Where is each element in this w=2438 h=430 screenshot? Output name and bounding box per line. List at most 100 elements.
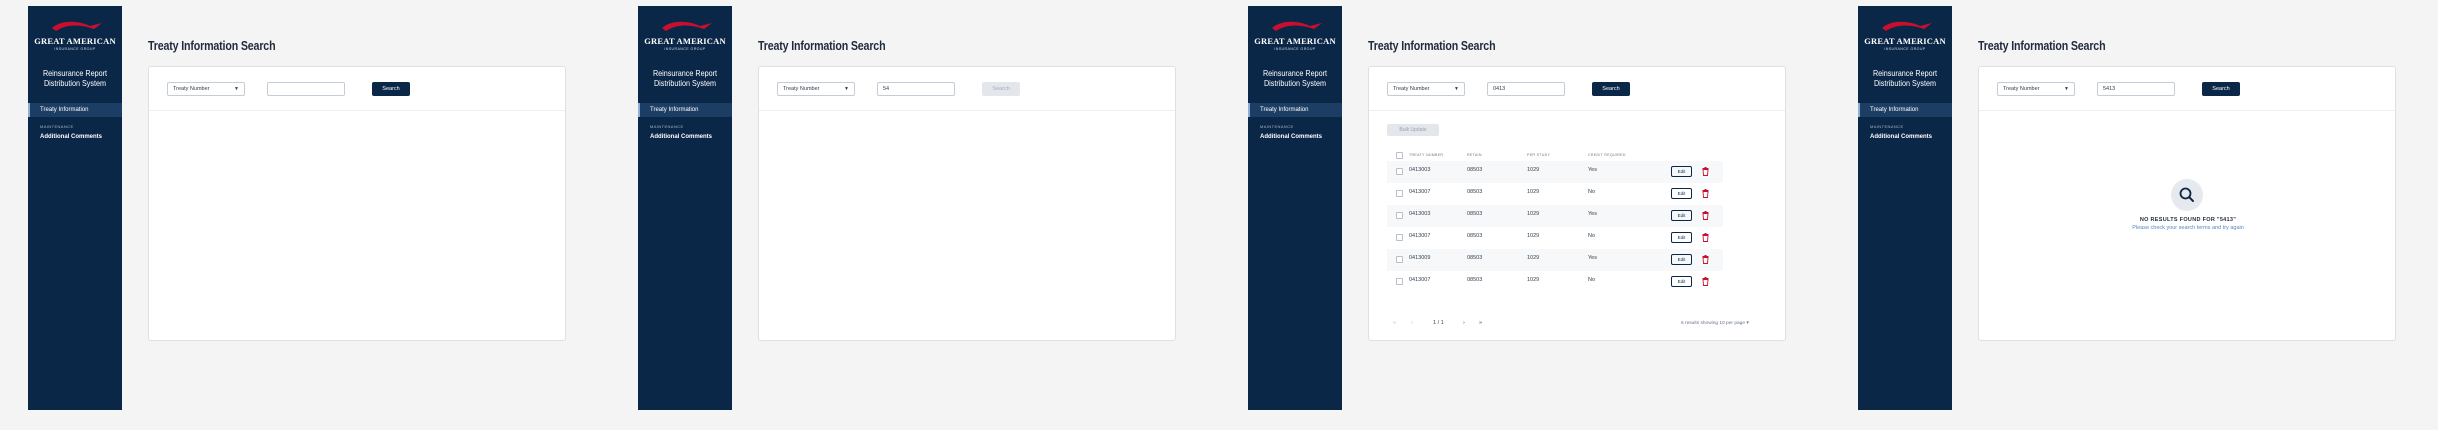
trash-icon[interactable] <box>1702 167 1709 176</box>
table-cell: 08503 <box>1467 233 1483 239</box>
sidebar-section-maintenance: MAINTENANCE <box>1260 124 1294 129</box>
table-cell: No <box>1588 233 1596 239</box>
bulk-update-button[interactable]: Bulk Update <box>1387 124 1439 136</box>
logo-text: GREAT AMERICAN <box>34 36 116 46</box>
search-panel: Treaty Number ▼ 5413 Search NO RESULTS F… <box>1978 66 2396 341</box>
edit-button[interactable]: Edit <box>1671 254 1692 265</box>
company-logo: GREAT AMERICAN INSURANCE GROUP <box>1864 18 1946 62</box>
divider <box>1369 110 1785 111</box>
search-button[interactable]: Search <box>982 82 1020 96</box>
divider <box>149 110 565 111</box>
edit-button[interactable]: Edit <box>1671 276 1692 287</box>
row-checkbox[interactable] <box>1396 278 1403 285</box>
trash-icon[interactable] <box>1702 255 1709 264</box>
trash-icon[interactable] <box>1702 277 1709 286</box>
next-page-button[interactable]: › <box>1463 320 1465 326</box>
search-input[interactable]: 54 <box>877 82 955 96</box>
page-title: Treaty Information Search <box>148 38 276 53</box>
empty-title: NO RESULTS FOUND FOR "5413" <box>2139 217 2237 223</box>
sidebar-item-treaty-information[interactable]: Treaty Information <box>638 103 732 117</box>
search-input[interactable] <box>267 82 345 96</box>
company-logo: GREAT AMERICAN INSURANCE GROUP <box>34 18 116 62</box>
select-all-checkbox[interactable] <box>1396 152 1403 159</box>
logo-subtext: INSURANCE GROUP <box>1274 47 1316 51</box>
sidebar-item-additional-comments[interactable]: Additional Comments <box>650 134 712 140</box>
search-field-select[interactable]: Treaty Number ▼ <box>1997 82 2075 96</box>
results-per-page[interactable]: 6 results showing 10 per page ▾ <box>1681 321 1749 326</box>
search-button[interactable]: Search <box>2202 82 2240 96</box>
divider <box>1979 110 2395 111</box>
row-checkbox[interactable] <box>1396 190 1403 197</box>
row-checkbox[interactable] <box>1396 256 1403 263</box>
edit-button[interactable]: Edit <box>1671 210 1692 221</box>
search-icon <box>2179 187 2194 202</box>
edit-button[interactable]: Edit <box>1671 188 1692 199</box>
edit-button[interactable]: Edit <box>1671 232 1692 243</box>
search-panel: Treaty Number ▼ 54 Search <box>758 66 1176 341</box>
trash-icon[interactable] <box>1702 211 1709 220</box>
select-value: Treaty Number <box>783 86 820 92</box>
trash-icon[interactable] <box>1702 233 1709 242</box>
search-field-select[interactable]: Treaty Number ▼ <box>167 82 245 96</box>
sidebar-item-additional-comments[interactable]: Additional Comments <box>1260 134 1322 140</box>
table-cell: Yes <box>1588 167 1597 173</box>
search-field-select[interactable]: Treaty Number ▼ <box>1387 82 1465 96</box>
sidebar-item-additional-comments[interactable]: Additional Comments <box>40 134 102 140</box>
table-cell: 1029 <box>1527 233 1540 239</box>
page-title: Treaty Information Search <box>1368 38 1496 53</box>
sidebar-section-maintenance: MAINTENANCE <box>1870 124 1904 129</box>
search-panel: Treaty Number ▼ Search <box>148 66 566 341</box>
sidebar: GREAT AMERICAN INSURANCE GROUP Reinsuran… <box>28 6 122 410</box>
sidebar-item-treaty-information[interactable]: Treaty Information <box>28 103 122 117</box>
chevron-down-icon: ▼ <box>234 86 239 92</box>
table-row: 0413007 08503 1029 No Edit <box>1387 271 1723 293</box>
app-title-line1: Reinsurance Report <box>1872 68 1938 78</box>
app-title: Reinsurance Report Distribution System <box>648 68 722 88</box>
search-button[interactable]: Search <box>1592 82 1630 96</box>
logo-swoosh-icon <box>662 21 712 31</box>
search-input[interactable]: 5413 <box>2097 82 2175 96</box>
logo-subtext: INSURANCE GROUP <box>1884 47 1926 51</box>
page-title: Treaty Information Search <box>1978 38 2106 53</box>
search-button[interactable]: Search <box>372 82 410 96</box>
search-input[interactable]: 0413 <box>1487 82 1565 96</box>
table-cell: 0413007 <box>1409 277 1431 283</box>
table-row: 0413007 08503 1029 No Edit <box>1387 183 1723 205</box>
app-title: Reinsurance Report Distribution System <box>38 68 112 88</box>
sidebar-item-additional-comments[interactable]: Additional Comments <box>1870 134 1932 140</box>
table-cell: 0413003 <box>1409 167 1431 173</box>
app-title-line1: Reinsurance Report <box>42 68 108 78</box>
table-cell: 08503 <box>1467 277 1483 283</box>
row-checkbox[interactable] <box>1396 168 1403 175</box>
prev-page-button[interactable]: ‹ <box>1411 320 1413 326</box>
screen-1: GREAT AMERICAN INSURANCE GROUP Reinsuran… <box>0 0 610 430</box>
empty-state <box>2171 179 2203 211</box>
table-cell: 1029 <box>1527 189 1540 195</box>
table-cell: No <box>1588 277 1596 283</box>
select-value: Treaty Number <box>2003 86 2040 92</box>
table-cell: 0413007 <box>1409 233 1431 239</box>
search-panel: Treaty Number ▼ 0413 Search Bulk Update T… <box>1368 66 1786 341</box>
logo-subtext: INSURANCE GROUP <box>664 47 706 51</box>
app-title: Reinsurance Report Distribution System <box>1258 68 1332 88</box>
search-input-value: 0413 <box>1493 86 1506 92</box>
row-checkbox[interactable] <box>1396 234 1403 241</box>
edit-button[interactable]: Edit <box>1671 166 1692 177</box>
logo-subtext: INSURANCE GROUP <box>54 47 96 51</box>
table-cell: 0413009 <box>1409 255 1431 261</box>
table-cell: No <box>1588 189 1596 195</box>
last-page-button[interactable]: » <box>1479 320 1482 326</box>
screen-2: GREAT AMERICAN INSURANCE GROUP Reinsuran… <box>610 0 1220 430</box>
first-page-button[interactable]: « <box>1393 320 1396 326</box>
page-title: Treaty Information Search <box>758 38 886 53</box>
sidebar-item-treaty-information[interactable]: Treaty Information <box>1858 103 1952 117</box>
table-cell: 1029 <box>1527 211 1540 217</box>
select-value: Treaty Number <box>1393 86 1430 92</box>
sidebar-item-treaty-information[interactable]: Treaty Information <box>1248 103 1342 117</box>
column-header: RETAIN <box>1467 153 1482 157</box>
trash-icon[interactable] <box>1702 189 1709 198</box>
table-cell: 0413007 <box>1409 189 1431 195</box>
row-checkbox[interactable] <box>1396 212 1403 219</box>
search-field-select[interactable]: Treaty Number ▼ <box>777 82 855 96</box>
search-input-value: 54 <box>883 86 890 92</box>
